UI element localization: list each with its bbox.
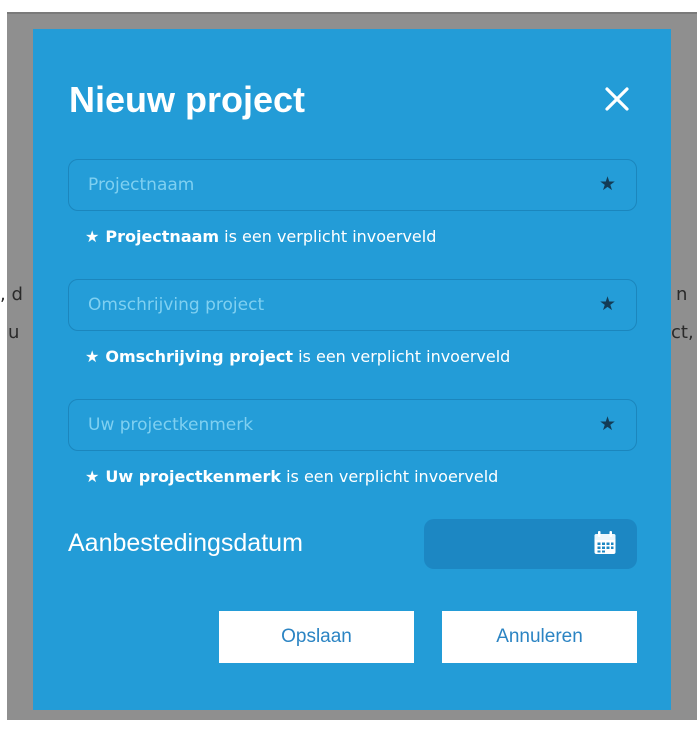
project-name-field: ★ [68,159,637,211]
star-icon: ★ [598,293,616,315]
page-bottom-strip [0,720,697,731]
background-text: n [676,284,688,305]
calendar-icon [594,531,616,554]
project-name-input[interactable] [69,160,589,210]
background-text: , d [0,284,23,305]
required-note-text: is een verplicht invoerveld [224,227,437,246]
project-reference-field: ★ [68,399,637,451]
required-note-field: Projectnaam [105,227,220,246]
required-note: ★ Omschrijving project is een verplicht i… [85,347,510,366]
cancel-button[interactable]: Annuleren [442,611,637,663]
project-description-field: ★ [68,279,637,331]
required-note: ★ Uw projectkenmerk is een verplicht invo… [85,467,498,486]
tender-date-label: Aanbestedingsdatum [68,529,303,557]
required-note-text: is een verplicht invoerveld [298,347,511,366]
required-note-text: is een verplicht invoerveld [286,467,499,486]
project-description-input[interactable] [69,280,589,330]
star-icon: ★ [85,227,100,246]
dialog-title: Nieuw project [69,79,306,120]
project-reference-input[interactable] [69,400,589,450]
save-button[interactable]: Opslaan [219,611,414,663]
background-text: u [8,322,20,343]
required-note: ★ Projectnaam is een verplicht invoerveld [85,227,436,246]
required-note-field: Uw projectkenmerk [105,467,281,486]
close-button[interactable] [597,79,637,119]
background-text: ct, [671,322,694,343]
star-icon: ★ [85,347,100,366]
page-top-bar [0,0,697,12]
close-icon [605,87,629,111]
star-icon: ★ [598,413,616,435]
star-icon: ★ [598,173,616,195]
new-project-dialog: Nieuw project ★ ★ Projectnaam is een verp… [33,29,671,710]
star-icon: ★ [85,467,100,486]
required-note-field: Omschrijving project [105,347,294,366]
tender-date-picker[interactable] [424,519,637,569]
